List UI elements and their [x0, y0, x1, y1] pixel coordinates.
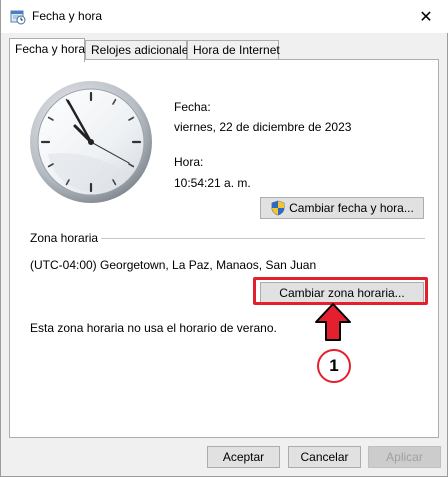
section-divider — [101, 238, 425, 239]
time-label: Hora: — [174, 155, 204, 169]
calendar-clock-icon — [10, 10, 26, 25]
tab-fecha-y-hora[interactable]: Fecha y hora — [9, 38, 85, 62]
window-title: Fecha y hora — [32, 9, 103, 23]
dst-note: Esta zona horaria no usa el horario de v… — [30, 321, 277, 335]
tab-label: Relojes adicionales — [91, 43, 195, 57]
annotation-step-number: 1 — [317, 349, 351, 383]
title-bar: Fecha y hora ✕ — [1, 0, 448, 33]
ok-label: Aceptar — [222, 450, 265, 464]
apply-button[interactable]: Aplicar — [368, 446, 441, 468]
timezone-current: (UTC-04:00) Georgetown, La Paz, Manaos, … — [30, 258, 317, 272]
change-date-time-button[interactable]: Cambiar fecha y hora... — [260, 197, 424, 219]
close-icon: ✕ — [419, 8, 433, 26]
tab-relojes-adicionales[interactable]: Relojes adicionales — [85, 40, 194, 61]
close-button[interactable]: ✕ — [403, 0, 448, 33]
tab-label: Fecha y hora — [15, 42, 86, 56]
timezone-section-label: Zona horaria — [30, 231, 99, 245]
datetime-dialog: Fecha y hora ✕ Fecha y hora Relojes adic… — [0, 0, 448, 477]
date-label: Fecha: — [174, 100, 211, 114]
time-value: 10:54:21 a. m. — [174, 176, 251, 190]
annotation-highlight-box — [253, 277, 428, 305]
tab-hora-de-internet[interactable]: Hora de Internet — [187, 40, 280, 61]
tab-label: Hora de Internet — [193, 43, 280, 57]
ok-button[interactable]: Aceptar — [207, 446, 280, 468]
analog-clock-icon — [30, 81, 152, 203]
cancel-label: Cancelar — [300, 450, 349, 464]
arrow-up-icon — [315, 303, 351, 341]
date-value: viernes, 22 de diciembre de 2023 — [174, 120, 352, 134]
cancel-button[interactable]: Cancelar — [288, 446, 361, 468]
apply-label: Aplicar — [386, 450, 423, 464]
tab-strip: Fecha y hora Relojes adicionales Hora de… — [1, 33, 448, 62]
tab-panel: Fecha: viernes, 22 de diciembre de 2023 … — [9, 59, 439, 438]
uac-shield-icon — [271, 200, 285, 216]
change-date-time-label: Cambiar fecha y hora... — [289, 201, 414, 215]
